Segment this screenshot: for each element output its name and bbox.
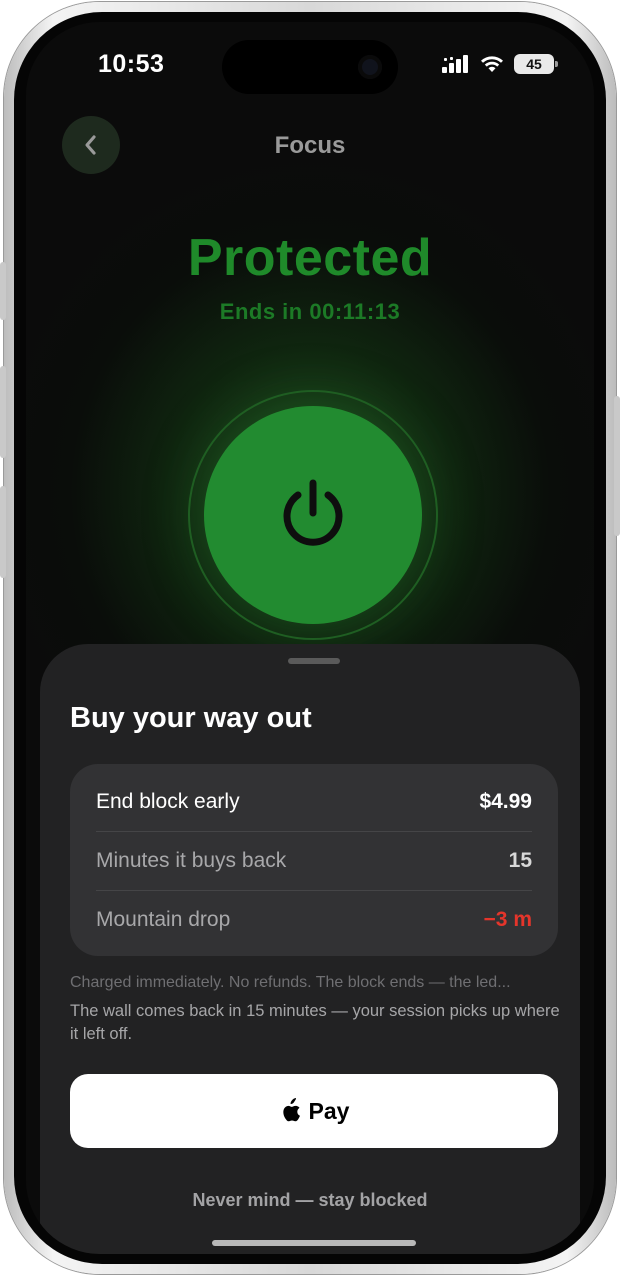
apple-logo-icon	[282, 1098, 300, 1122]
volume-down-button	[0, 486, 6, 578]
countdown-timer: Ends in 00:11:13	[219, 299, 401, 324]
battery-icon: 45	[514, 54, 558, 74]
summary-row-price: End block early $4.99	[96, 772, 532, 831]
wifi-icon	[481, 56, 503, 72]
bottom-sheet: Buy your way out End block early $4.99 M…	[40, 644, 580, 1254]
price-summary-card: End block early $4.99 Minutes it buys ba…	[70, 764, 558, 956]
summary-row-value: $4.99	[479, 789, 532, 813]
summary-row-mountain: Mountain drop −3 m	[96, 890, 532, 949]
status-time: 10:53	[98, 50, 165, 78]
cancel-link[interactable]: Never mind — stay blocked	[40, 1190, 580, 1211]
summary-row-label: Mountain drop	[96, 908, 231, 931]
sheet-title: Buy your way out	[70, 702, 312, 734]
status-icons: 45	[442, 54, 558, 74]
cellular-signal-icon	[442, 55, 468, 73]
refund-note: Charged immediately. No refunds. The blo…	[70, 974, 511, 991]
power-toggle-button[interactable]	[204, 406, 422, 624]
power-icon	[283, 479, 343, 546]
pay-label: Pay	[308, 1097, 350, 1124]
summary-row-label: Minutes it buys back	[96, 849, 287, 872]
summary-row-value: 15	[508, 849, 532, 872]
side-power-button	[614, 396, 620, 536]
apple-pay-button[interactable]: Pay	[70, 1074, 558, 1148]
summary-row-label: End block early	[96, 789, 240, 813]
app-screen: 10:53 45 Focus Protected Ends in 00:11:1…	[26, 22, 594, 1254]
summary-row-value: −3 m	[483, 908, 532, 931]
protection-status: Protected	[187, 229, 433, 287]
dynamic-island	[222, 40, 398, 94]
front-camera	[358, 55, 382, 79]
home-indicator[interactable]	[212, 1240, 416, 1246]
volume-up-button	[0, 366, 6, 458]
action-button	[0, 262, 6, 320]
session-note: The wall comes back in 15 minutes — your…	[70, 1002, 560, 1043]
sheet-grabber[interactable]	[288, 658, 340, 664]
page-title: Focus	[274, 132, 346, 159]
summary-row-minutes: Minutes it buys back 15	[96, 831, 532, 890]
